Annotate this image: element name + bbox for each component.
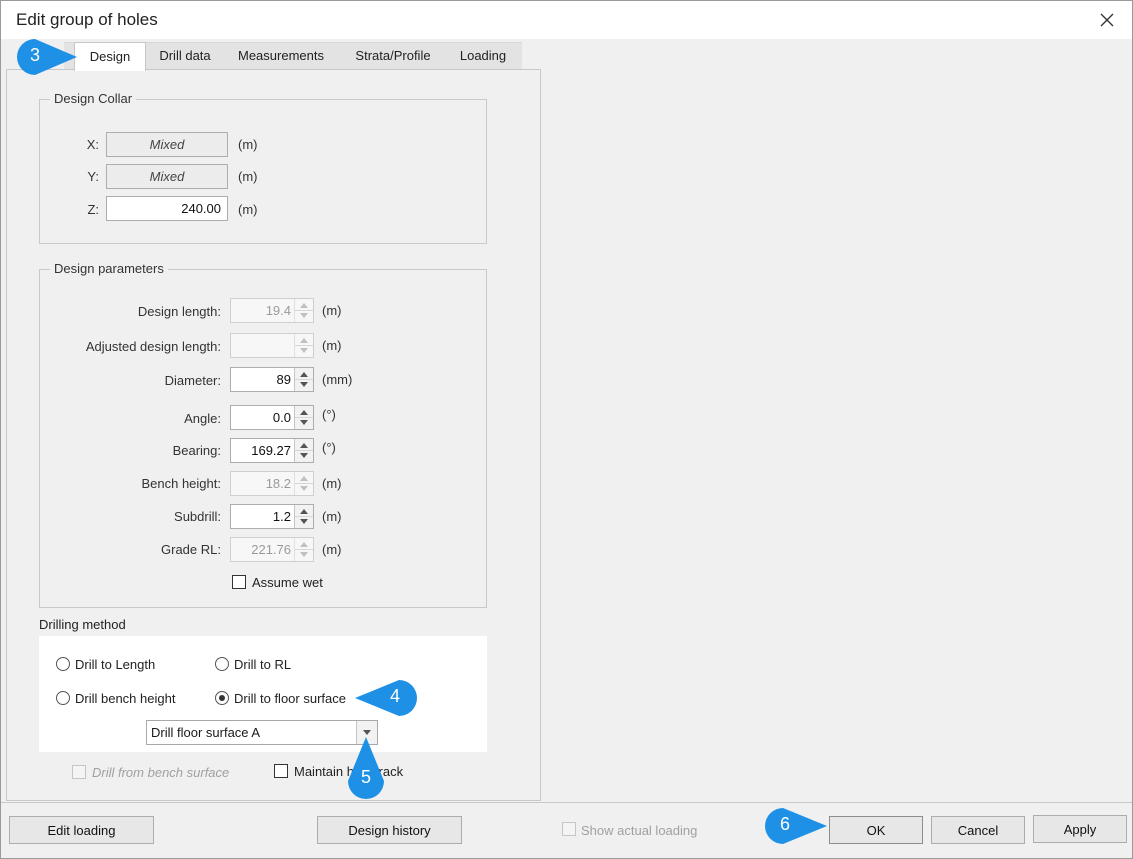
collar-z-field[interactable]: 240.00: [106, 196, 228, 221]
drill-from-bench-surface-checkbox[interactable]: [72, 765, 86, 779]
tab-design[interactable]: Design: [74, 42, 146, 71]
edit-group-window: Edit group of holes Design Drill data Me…: [0, 0, 1133, 859]
callout-number-5: 5: [360, 767, 371, 787]
bearing-spinner[interactable]: 169.27: [230, 438, 314, 463]
spinner-arrows[interactable]: [294, 299, 313, 322]
drill-from-bench-surface-label: Drill from bench surface: [92, 765, 230, 780]
show-actual-loading-label: Show actual loading: [581, 823, 698, 838]
drill-bench-height-label: Drill bench height: [75, 691, 176, 706]
spinner-arrows[interactable]: [294, 538, 313, 561]
design-history-button[interactable]: Design history: [317, 816, 462, 844]
angle-value: 0.0: [272, 410, 291, 425]
tab-loading[interactable]: Loading: [451, 42, 515, 70]
collar-x-field[interactable]: Mixed: [106, 132, 228, 157]
tab-drill-data[interactable]: Drill data: [149, 42, 221, 70]
callout-marker-6: [765, 808, 827, 844]
collar-y-field[interactable]: Mixed: [106, 164, 228, 189]
collar-x-unit: (m): [238, 137, 258, 152]
collar-z-unit: (m): [238, 202, 258, 217]
design-length-label: Design length:: [137, 304, 221, 319]
bearing-unit: (°): [322, 440, 336, 455]
grade-rl-spinner[interactable]: 221.76: [230, 537, 314, 562]
design-length-unit: (m): [322, 303, 342, 318]
diameter-unit: (mm): [322, 372, 353, 387]
adjusted-design-length-spinner[interactable]: [230, 333, 314, 358]
collar-y-label: Y:: [87, 169, 99, 184]
empty-panel: [542, 39, 1132, 801]
tab-strata-profile[interactable]: Strata/Profile: [341, 42, 445, 70]
design-parameters-title: Design parameters: [50, 261, 168, 276]
diameter-spinner[interactable]: 89: [230, 367, 314, 392]
callout-number-6: 6: [779, 814, 790, 834]
assume-wet-label: Assume wet: [252, 575, 323, 590]
floor-surface-value: Drill floor surface A: [151, 725, 261, 740]
callout-number-4: 4: [389, 686, 400, 706]
bench-height-label: Bench height:: [141, 476, 221, 491]
floor-surface-dropdown[interactable]: Drill floor surface A: [146, 720, 378, 745]
collar-x-label: X:: [86, 137, 99, 152]
design-collar-title: Design Collar: [50, 91, 137, 106]
spinner-arrows[interactable]: [294, 406, 313, 429]
drill-to-length-label: Drill to Length: [75, 657, 156, 672]
subdrill-unit: (m): [322, 509, 342, 524]
spinner-arrows[interactable]: [294, 505, 313, 528]
drill-to-rl-radio[interactable]: [215, 657, 229, 671]
adjusted-design-length-unit: (m): [322, 338, 342, 353]
drill-to-floor-surface-label: Drill to floor surface: [234, 691, 346, 706]
grade-rl-unit: (m): [322, 542, 342, 557]
cancel-button[interactable]: Cancel: [931, 816, 1025, 844]
window-title: Edit group of holes: [16, 10, 158, 29]
angle-unit: (°): [322, 407, 336, 422]
show-actual-loading-checkbox[interactable]: [562, 822, 576, 836]
spinner-arrows[interactable]: [294, 334, 313, 357]
tab-measurements[interactable]: Measurements: [227, 42, 335, 70]
drilling-method-title: Drilling method: [39, 617, 126, 632]
spinner-arrows[interactable]: [294, 439, 313, 462]
subdrill-spinner[interactable]: 1.2: [230, 504, 314, 529]
drill-to-rl-label: Drill to RL: [234, 657, 292, 672]
collar-y-unit: (m): [238, 169, 258, 184]
subdrill-value: 1.2: [272, 509, 291, 524]
diameter-label: Diameter:: [164, 373, 221, 388]
callout-number-3: 3: [29, 45, 40, 65]
subdrill-label: Subdrill:: [174, 509, 221, 524]
angle-spinner[interactable]: 0.0: [230, 405, 314, 430]
spinner-arrows[interactable]: [294, 472, 313, 495]
drill-to-length-radio[interactable]: [56, 657, 70, 671]
grade-rl-label: Grade RL:: [161, 542, 221, 557]
bench-height-unit: (m): [322, 476, 342, 491]
drill-to-floor-surface-radio[interactable]: [215, 691, 229, 705]
close-icon: [1100, 13, 1114, 27]
close-button[interactable]: [1094, 7, 1120, 33]
spinner-arrows[interactable]: [294, 368, 313, 391]
bench-height-value: 18.2: [265, 476, 291, 491]
bearing-label: Bearing:: [172, 443, 221, 458]
assume-wet-checkbox[interactable]: [232, 575, 246, 589]
grade-rl-value: 221.76: [251, 542, 291, 557]
bearing-value: 169.27: [251, 443, 291, 458]
angle-label: Angle:: [184, 411, 221, 426]
drill-bench-height-radio[interactable]: [56, 691, 70, 705]
adjusted-design-length-label: Adjusted design length:: [85, 339, 221, 354]
maintain-track-checkbox[interactable]: [274, 764, 288, 778]
title-bar: Edit group of holes: [1, 1, 1132, 39]
collar-z-label: Z:: [87, 202, 99, 217]
bench-height-spinner[interactable]: 18.2: [230, 471, 314, 496]
diameter-value: 89: [276, 372, 291, 387]
ok-button[interactable]: OK: [829, 816, 923, 844]
design-length-spinner[interactable]: 19.4: [230, 298, 314, 323]
apply-button[interactable]: Apply: [1033, 815, 1127, 843]
design-length-value: 19.4: [265, 303, 291, 318]
edit-loading-button[interactable]: Edit loading: [9, 816, 154, 844]
